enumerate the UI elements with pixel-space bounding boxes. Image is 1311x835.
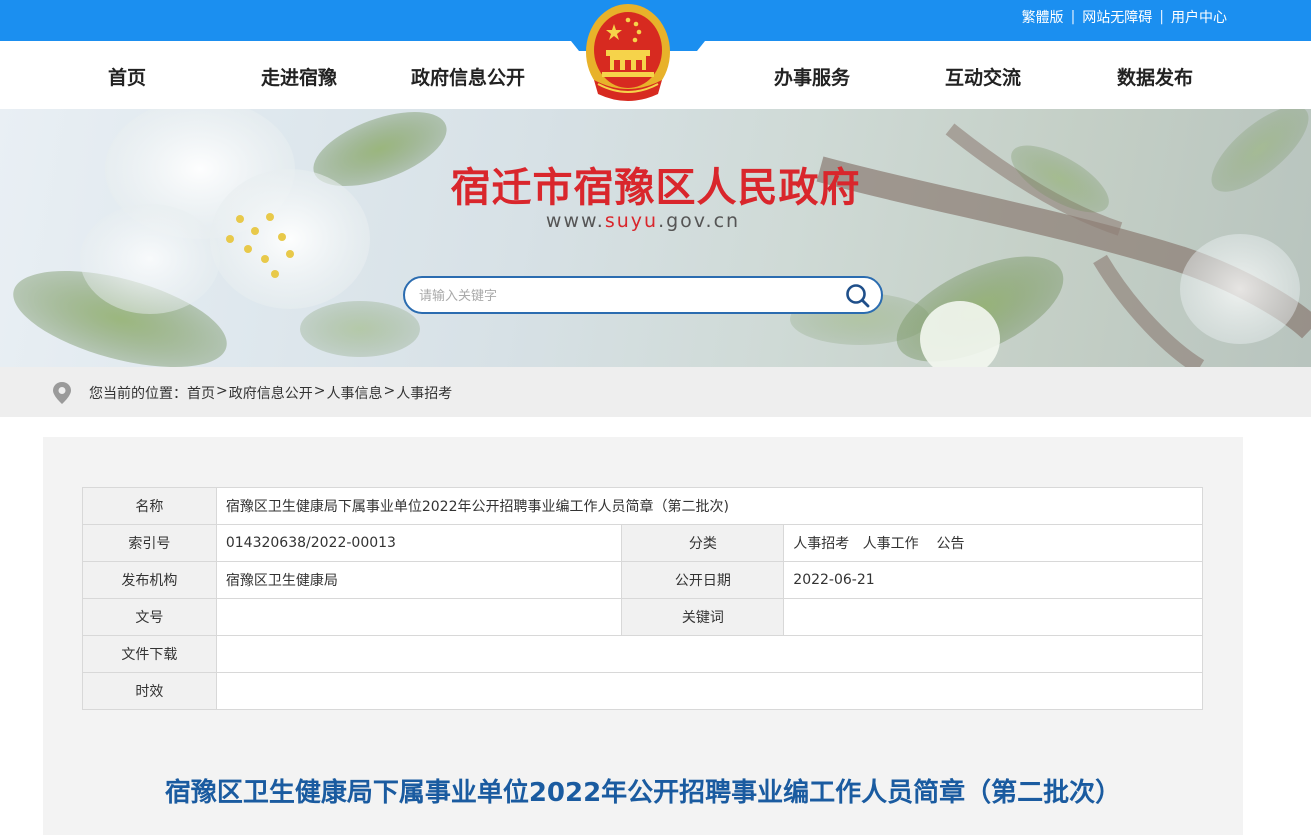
site-url-domain: suyu	[604, 210, 659, 232]
breadcrumb-home[interactable]: 首页	[187, 383, 215, 403]
search-icon[interactable]	[845, 283, 871, 309]
nav-item-interaction[interactable]: 互动交流	[945, 63, 1021, 90]
search-box	[403, 276, 883, 314]
date-value: 2022-06-21	[783, 561, 1203, 599]
download-value	[215, 635, 1204, 673]
docno-value	[215, 598, 623, 636]
index-label: 索引号	[82, 524, 217, 562]
validity-label: 时效	[82, 672, 217, 710]
location-pin-icon	[52, 381, 72, 405]
breadcrumb-label: 您当前的位置：	[89, 386, 187, 402]
name-value: 宿豫区卫生健康局下属事业单位2022年公开招聘事业编工作人员简章（第二批次)	[215, 487, 1204, 525]
user-center-link[interactable]: 用户中心	[1171, 7, 1227, 27]
docno-label: 文号	[82, 598, 217, 636]
nav-item-home[interactable]: 首页	[108, 63, 146, 90]
traditional-chinese-link[interactable]: 繁體版	[1022, 7, 1064, 27]
publisher-label: 发布机构	[82, 561, 217, 599]
validity-value	[215, 672, 1204, 710]
table-row: 索引号 014320638/2022-00013 分类 人事招考 人事工作 公告	[82, 524, 1203, 562]
site-url: www.suyu.gov.cn	[0, 210, 1286, 232]
national-emblem-icon[interactable]	[584, 2, 672, 108]
table-row: 文号 关键词	[82, 598, 1203, 636]
breadcrumb-separator: >	[383, 383, 396, 399]
table-row: 时效	[82, 672, 1204, 710]
nav-item-about[interactable]: 走进宿豫	[261, 63, 337, 90]
breadcrumb-separator: >	[313, 383, 326, 399]
divider: |	[1070, 9, 1076, 25]
content-panel: 名称 宿豫区卫生健康局下属事业单位2022年公开招聘事业编工作人员简章（第二批次…	[43, 437, 1243, 835]
document-meta-table: 名称 宿豫区卫生健康局下属事业单位2022年公开招聘事业编工作人员简章（第二批次…	[82, 487, 1204, 710]
accessibility-link[interactable]: 网站无障碍	[1082, 7, 1152, 27]
category-value: 人事招考 人事工作 公告	[783, 524, 1203, 562]
breadcrumb-bar: 您当前的位置： 首页 > 政府信息公开 > 人事信息 > 人事招考	[0, 367, 1311, 417]
category-label: 分类	[621, 524, 785, 562]
index-value: 014320638/2022-00013	[215, 524, 623, 562]
site-url-prefix: www.	[545, 210, 605, 232]
banner-blossom-image	[13, 109, 1311, 367]
keywords-value	[783, 598, 1203, 636]
keywords-label: 关键词	[621, 598, 785, 636]
breadcrumb: 您当前的位置： 首页 > 政府信息公开 > 人事信息 > 人事招考	[89, 383, 452, 403]
nav-item-services[interactable]: 办事服务	[774, 63, 850, 90]
breadcrumb-recruitment[interactable]: 人事招考	[396, 383, 452, 403]
nav-item-data[interactable]: 数据发布	[1117, 63, 1193, 90]
name-label: 名称	[82, 487, 217, 525]
top-links: 繁體版 | 网站无障碍 | 用户中心	[1022, 7, 1227, 27]
site-title: 宿迁市宿豫区人民政府	[450, 164, 861, 211]
banner: 宿迁市宿豫区人民政府 www.suyu.gov.cn	[0, 109, 1311, 367]
breadcrumb-separator: >	[216, 383, 228, 399]
publisher-value: 宿豫区卫生健康局	[215, 561, 623, 599]
breadcrumb-personnel-info[interactable]: 人事信息	[326, 383, 382, 403]
document-title: 宿豫区卫生健康局下属事业单位2022年公开招聘事业编工作人员简章（第二批次）	[164, 778, 1122, 808]
breadcrumb-gov-info[interactable]: 政府信息公开	[229, 383, 313, 403]
table-row: 发布机构 宿豫区卫生健康局 公开日期 2022-06-21	[82, 561, 1203, 599]
download-label: 文件下载	[82, 635, 217, 673]
nav-item-gov-info[interactable]: 政府信息公开	[411, 63, 525, 90]
site-url-suffix: .gov.cn	[658, 210, 741, 232]
table-row: 文件下载	[82, 635, 1204, 673]
search-input[interactable]	[419, 286, 829, 306]
table-row: 名称 宿豫区卫生健康局下属事业单位2022年公开招聘事业编工作人员简章（第二批次…	[82, 487, 1204, 525]
divider: |	[1159, 9, 1164, 25]
date-label: 公开日期	[621, 561, 785, 599]
